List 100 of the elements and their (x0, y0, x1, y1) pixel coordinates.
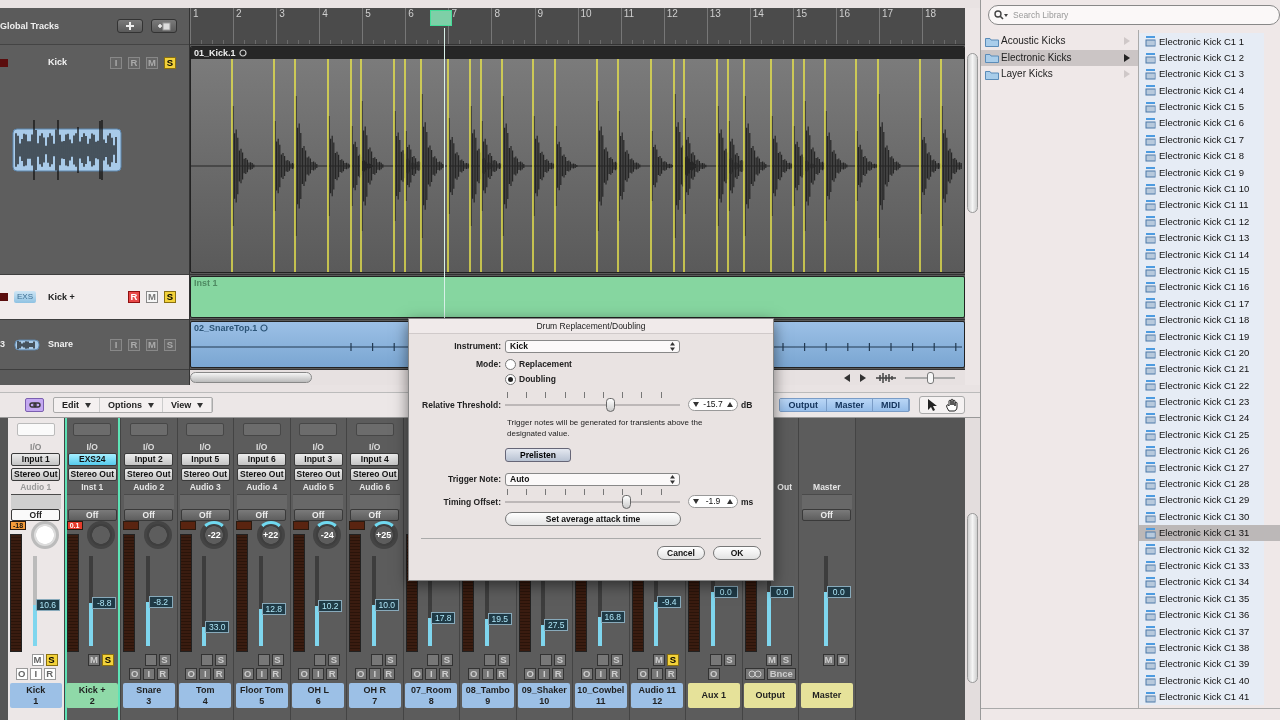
pan-knob[interactable] (143, 521, 172, 549)
scrollbar-thumb[interactable] (967, 53, 978, 213)
input-button[interactable]: Input 4 (350, 453, 400, 466)
filter-button[interactable]: Output (780, 398, 827, 412)
dialog-button[interactable]: OK (713, 546, 761, 560)
patch-item[interactable]: Electronic Kick C1 22 (1139, 377, 1264, 394)
automation-mode-button[interactable]: Off (237, 509, 287, 521)
fader-track[interactable]: -8.8 (86, 556, 117, 646)
name-plate[interactable]: Kick + 2 (66, 683, 119, 708)
patch-item[interactable]: Electronic Kick C1 9 (1139, 164, 1264, 181)
pan-knob[interactable]: -22 (200, 521, 229, 549)
pan-knob[interactable]: -24 (313, 521, 342, 549)
send-slot[interactable] (10, 494, 61, 509)
pan-knob[interactable]: +22 (256, 521, 285, 549)
insert-slot[interactable] (73, 423, 112, 436)
folder-item[interactable]: Layer Kicks (981, 66, 1138, 83)
link-button[interactable] (25, 398, 44, 412)
name-plate[interactable]: Tom 4 (179, 683, 232, 708)
dialog-button[interactable]: Cancel (657, 546, 705, 560)
radio-option[interactable]: Doubling (505, 374, 556, 385)
mute-button[interactable] (596, 654, 609, 666)
value-stepper[interactable]: -1.9 (688, 495, 738, 508)
automation-mode-button[interactable]: Off (67, 509, 117, 521)
solo-button[interactable]: S (45, 654, 58, 666)
scrollbar-thumb[interactable] (190, 372, 312, 383)
input-button[interactable]: Input 2 (124, 453, 174, 466)
add-folder-button[interactable] (151, 19, 177, 33)
automation-mode-button[interactable]: Off (180, 509, 230, 521)
locator-marker[interactable] (430, 10, 452, 26)
output-button[interactable]: Stereo Out (11, 468, 61, 481)
input-button[interactable]: EXS24 (67, 453, 117, 466)
automation-mode-button[interactable]: Off (293, 509, 343, 521)
fader-track[interactable]: 33.0 (199, 556, 230, 646)
insert-slot[interactable] (129, 423, 168, 436)
mute-button[interactable] (257, 654, 270, 666)
automation-mode-button[interactable]: Off (124, 509, 174, 521)
name-plate[interactable]: Output (744, 683, 797, 708)
name-plate[interactable]: Snare 3 (122, 683, 175, 708)
name-plate[interactable]: 08_Tambo 9 (461, 683, 514, 708)
automation-mode-button[interactable]: Off (350, 509, 400, 521)
input-monitor-button[interactable]: I (29, 668, 42, 680)
input-button[interactable]: Input 6 (237, 453, 287, 466)
track-header[interactable]: EXS Kick + R M S (0, 275, 189, 320)
fader-track[interactable]: 10.2 (312, 556, 343, 646)
menu-button[interactable]: Options (100, 398, 163, 412)
input-button[interactable]: Input 1 (11, 453, 61, 466)
output-button[interactable]: Stereo Out (67, 468, 117, 481)
output-button[interactable]: Stereo Out (124, 468, 174, 481)
insert-slot[interactable] (242, 423, 281, 436)
pan-knob[interactable] (30, 521, 59, 549)
solo-button[interactable]: S (164, 291, 176, 303)
mute-button[interactable] (427, 654, 439, 666)
patch-item[interactable]: Electronic Kick C1 14 (1139, 246, 1264, 263)
patch-item[interactable]: Electronic Kick C1 38 (1139, 639, 1264, 656)
dropdown[interactable]: Kick (505, 340, 680, 353)
name-plate[interactable]: Master (800, 683, 853, 708)
filter-button[interactable]: Master (827, 398, 873, 412)
name-plate[interactable]: 09_Shaker 10 (518, 683, 571, 708)
output-button[interactable]: Stereo Out (237, 468, 287, 481)
folder-item[interactable]: Acoustic Kicks (981, 33, 1138, 50)
name-plate[interactable]: Floor Tom 5 (235, 683, 288, 708)
automation-mode-button[interactable]: Off (802, 509, 852, 521)
scrollbar-thumb[interactable] (967, 513, 978, 683)
radio-option[interactable]: Replacement (505, 359, 572, 370)
search-field[interactable]: Search Library (988, 5, 1280, 25)
patch-item[interactable]: Electronic Kick C1 12 (1139, 213, 1264, 230)
menu-button[interactable]: Edit (54, 398, 100, 412)
input-button[interactable]: Input 3 (293, 453, 343, 466)
output-button[interactable]: Stereo Out (180, 468, 230, 481)
name-plate[interactable]: Audio 11 12 (631, 683, 684, 708)
mute-button[interactable] (201, 654, 213, 666)
mute-button[interactable] (314, 654, 326, 666)
patch-item[interactable]: Electronic Kick C1 40 (1139, 672, 1264, 689)
output-button[interactable]: Stereo Out (293, 468, 343, 481)
add-track-button[interactable] (117, 19, 143, 33)
name-plate[interactable]: Aux 1 (687, 683, 740, 708)
mute-button[interactable] (709, 654, 722, 666)
attack-time-button[interactable]: Set average attack time (505, 512, 681, 526)
patch-item[interactable]: Electronic Kick C1 19 (1139, 328, 1264, 345)
patch-item[interactable]: Electronic Kick C1 2 (1139, 49, 1264, 66)
mute-button[interactable]: M (146, 291, 158, 303)
patch-item[interactable]: Electronic Kick C1 7 (1139, 131, 1264, 148)
dropdown[interactable]: Auto (505, 473, 680, 486)
mute-button[interactable] (483, 654, 496, 666)
value-stepper[interactable]: -15.7 (688, 398, 738, 411)
patch-item[interactable]: Electronic Kick C1 20 (1139, 344, 1264, 361)
insert-slot[interactable] (186, 423, 225, 436)
name-plate[interactable]: OH R 7 (348, 683, 401, 708)
patch-item[interactable]: Electronic Kick C1 30 (1139, 508, 1264, 525)
insert-slot[interactable] (299, 423, 338, 436)
patch-item[interactable]: Electronic Kick C1 15 (1139, 262, 1264, 279)
mute-button[interactable] (540, 654, 552, 666)
stereo-link-button[interactable] (744, 668, 765, 680)
mute-button[interactable] (144, 654, 157, 666)
mute-button[interactable] (370, 654, 383, 666)
patch-item[interactable]: Electronic Kick C1 1 (1139, 33, 1264, 50)
folder-item[interactable]: Electronic Kicks (981, 49, 1138, 66)
prelisten-button[interactable]: Prelisten (505, 448, 571, 462)
solo-button[interactable]: S (102, 654, 114, 666)
patch-item[interactable]: Electronic Kick C1 17 (1139, 295, 1264, 312)
